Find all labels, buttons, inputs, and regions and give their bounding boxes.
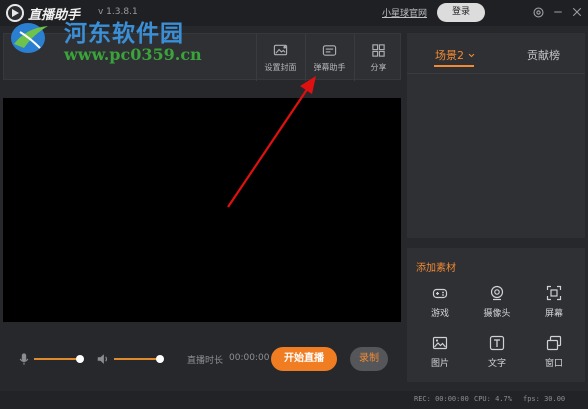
material-image-button[interactable]: 图片 (410, 335, 470, 375)
watermark-logo-icon (11, 23, 48, 53)
tab-scene-2[interactable]: 场景2 (435, 47, 475, 63)
watermark-url: www.pc0359.cn (64, 45, 202, 64)
window-icon (546, 335, 562, 351)
microphone-volume-knob[interactable] (76, 355, 84, 363)
scene-panel: 场景2 贡献榜 (407, 33, 585, 238)
tab-contribution-ranking[interactable]: 贡献榜 (527, 47, 560, 63)
tab-divider (407, 73, 585, 74)
material-window-label: 窗口 (544, 359, 563, 369)
set-cover-button[interactable]: 设置封面 (256, 34, 304, 81)
material-window-button[interactable]: 窗口 (524, 335, 584, 375)
live-preview[interactable] (3, 98, 401, 322)
speaker-volume-slider[interactable] (114, 358, 160, 360)
status-bar: REC: 00:00:00 CPU: 4.7% fps: 30.00 (0, 391, 588, 409)
share-label: 分享 (370, 62, 387, 72)
screen-capture-icon (546, 285, 562, 301)
camera-icon (490, 285, 504, 301)
minimize-icon[interactable] (551, 5, 565, 19)
qrcode-icon (372, 43, 385, 57)
stream-controls: 直播时长 00:00:00 开始直播 录制 (3, 338, 401, 380)
settings-icon[interactable] (531, 5, 545, 19)
add-material-panel: 添加素材 游戏 摄像头 屏幕 图片 文字 窗口 (407, 248, 585, 382)
text-icon (489, 335, 505, 351)
login-button[interactable]: 登录 (437, 3, 485, 22)
microphone-icon[interactable] (17, 352, 31, 366)
record-button[interactable]: 录制 (350, 347, 388, 371)
material-text-label: 文字 (487, 359, 506, 369)
material-camera-label: 摄像头 (483, 309, 511, 319)
speaker-volume-knob[interactable] (156, 355, 164, 363)
cpu-status: CPU: 4.7% (474, 395, 512, 403)
material-image-label: 图片 (430, 359, 449, 369)
material-screen-label: 屏幕 (544, 309, 563, 319)
gamepad-icon (432, 288, 448, 299)
cover-image-icon (273, 44, 288, 55)
danmaku-assistant-label: 弹幕助手 (313, 62, 346, 72)
close-icon[interactable] (570, 5, 584, 19)
active-tab-indicator (434, 65, 474, 67)
material-text-button[interactable]: 文字 (467, 335, 527, 375)
speaker-icon[interactable] (96, 352, 110, 366)
top-toolbar: 设置封面 弹幕助手 分享 (3, 33, 402, 81)
material-camera-button[interactable]: 摄像头 (467, 285, 527, 325)
fps-status: fps: 30.00 (523, 395, 566, 403)
set-cover-label: 设置封面 (264, 62, 297, 72)
rec-status: REC: 00:00:00 (414, 395, 469, 403)
danmaku-icon (322, 44, 337, 56)
tab-scene-2-label: 场景2 (435, 49, 464, 62)
duration-value: 00:00:00 (229, 353, 270, 363)
material-game-label: 游戏 (430, 309, 449, 319)
material-screen-button[interactable]: 屏幕 (524, 285, 584, 325)
chevron-down-icon (468, 53, 474, 58)
official-site-link[interactable]: 小星球官网 (382, 6, 427, 19)
duration-label: 直播时长 (187, 356, 224, 366)
add-material-title: 添加素材 (416, 263, 456, 274)
microphone-volume-slider[interactable] (34, 358, 80, 360)
start-live-button[interactable]: 开始直播 (271, 347, 337, 371)
share-button[interactable]: 分享 (354, 34, 402, 81)
material-game-button[interactable]: 游戏 (410, 285, 470, 325)
danmaku-assistant-button[interactable]: 弹幕助手 (305, 34, 353, 81)
image-icon (432, 336, 448, 350)
watermark-brand: 河东软件园 (64, 20, 184, 47)
